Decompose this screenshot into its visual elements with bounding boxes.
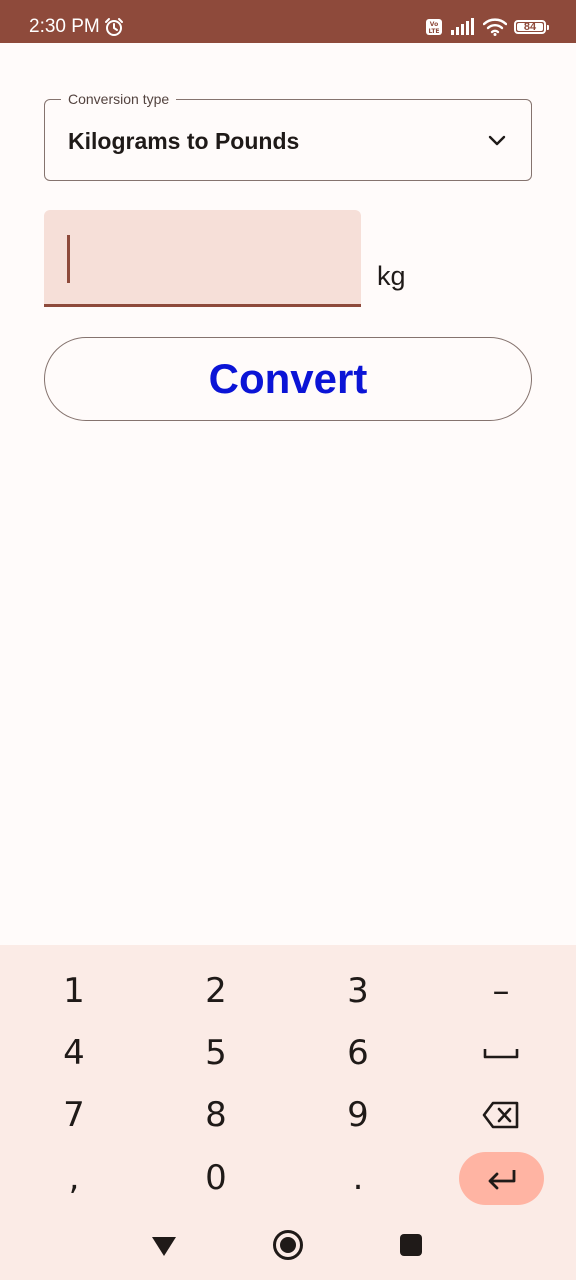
conversion-type-value: Kilograms to Pounds <box>68 128 300 154</box>
nav-back-icon[interactable] <box>150 1235 178 1257</box>
key-4[interactable]: 4 <box>19 1025 129 1081</box>
status-icons: Vo LTE 84 <box>425 14 549 40</box>
nav-home-icon[interactable] <box>272 1229 304 1261</box>
enter-icon <box>487 1168 517 1190</box>
key-2[interactable]: 2 <box>161 963 271 1019</box>
key-backspace[interactable] <box>446 1087 556 1143</box>
key-6[interactable]: 6 <box>303 1025 413 1081</box>
key-8[interactable]: 8 <box>161 1087 271 1143</box>
weight-input-field[interactable] <box>44 210 361 307</box>
key-9[interactable]: 9 <box>303 1087 413 1143</box>
svg-text:Vo: Vo <box>430 21 438 28</box>
weight-input[interactable] <box>64 232 334 282</box>
conversion-type-dropdown[interactable]: Conversion type Kilograms to Pounds <box>44 90 532 181</box>
cell-signal-icon <box>450 18 476 36</box>
key-0[interactable]: 0 <box>161 1150 271 1206</box>
nav-recents-icon[interactable] <box>400 1234 422 1256</box>
chevron-down-icon[interactable] <box>487 130 507 150</box>
key-7[interactable]: 7 <box>19 1087 129 1143</box>
key-minus[interactable]: – <box>446 963 556 1019</box>
key-5[interactable]: 5 <box>161 1025 271 1081</box>
key-1[interactable]: 1 <box>19 963 129 1019</box>
conversion-type-label: Conversion type <box>61 90 177 108</box>
key-period[interactable]: . <box>303 1150 413 1206</box>
svg-text:LTE: LTE <box>428 28 439 35</box>
key-enter[interactable] <box>459 1152 544 1205</box>
volte-icon: Vo LTE <box>425 18 443 36</box>
status-bar: 2:30 PM Vo LTE 84 <box>0 0 576 43</box>
battery-level: 84 <box>517 21 543 32</box>
convert-button[interactable]: Convert <box>44 337 532 421</box>
text-cursor <box>67 235 70 283</box>
backspace-icon <box>482 1100 520 1130</box>
key-comma[interactable]: , <box>19 1150 129 1206</box>
alarm-clock-icon <box>104 17 124 37</box>
key-space[interactable] <box>446 1025 556 1081</box>
status-time: 2:30 PM <box>29 16 100 37</box>
unit-label: kg <box>377 261 406 291</box>
battery-icon: 84 <box>514 20 549 34</box>
space-icon <box>483 1045 519 1061</box>
status-time-group: 2:30 PM <box>29 14 124 40</box>
key-3[interactable]: 3 <box>303 963 413 1019</box>
wifi-icon <box>483 18 507 36</box>
